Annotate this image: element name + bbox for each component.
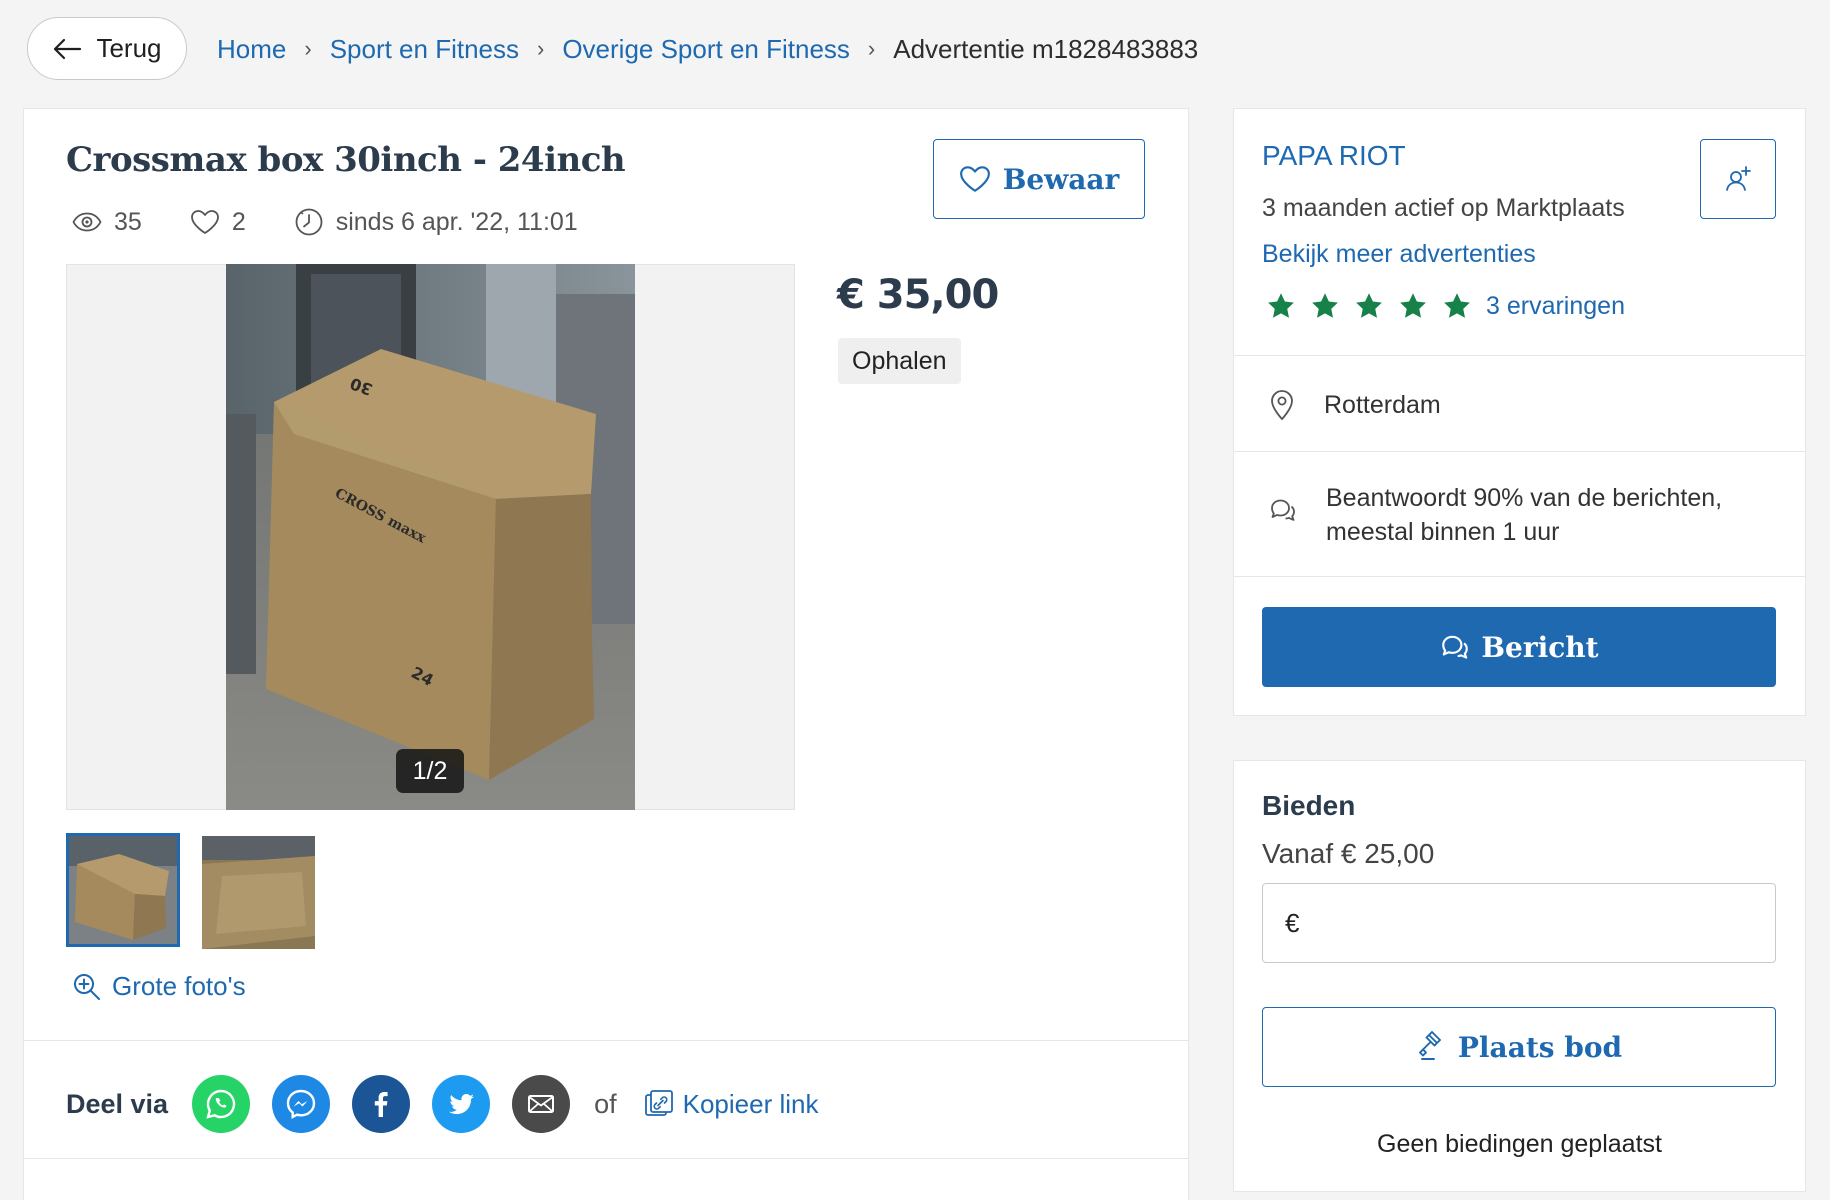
back-button[interactable]: Terug bbox=[27, 17, 187, 80]
breadcrumb-overige-sport[interactable]: Overige Sport en Fitness bbox=[562, 34, 850, 65]
eye-icon bbox=[72, 212, 102, 232]
divider bbox=[23, 1158, 1189, 1159]
divider bbox=[1233, 576, 1806, 577]
follow-seller-button[interactable] bbox=[1700, 139, 1776, 219]
views-count: 35 bbox=[114, 207, 142, 236]
response-line-2: meestal binnen 1 uur bbox=[1326, 518, 1560, 546]
bid-card bbox=[1233, 760, 1806, 1192]
clock-icon bbox=[295, 208, 323, 236]
place-bid-label: Plaats bod bbox=[1457, 1030, 1623, 1064]
seller-location: Rotterdam bbox=[1268, 385, 1441, 425]
star-icon bbox=[1356, 293, 1382, 318]
bid-title: Bieden bbox=[1262, 790, 1356, 821]
arrow-left-icon bbox=[54, 38, 82, 59]
breadcrumb-sport-en-fitness[interactable]: Sport en Fitness bbox=[330, 34, 519, 65]
thumbnail-2[interactable] bbox=[202, 836, 315, 949]
views-stat: 35 bbox=[72, 208, 142, 237]
thumbnail-1[interactable] bbox=[66, 833, 180, 947]
seller-response-rate: Beantwoordt 90% van de berichten, meesta… bbox=[1268, 481, 1722, 549]
location-label: Rotterdam bbox=[1324, 390, 1441, 419]
divider bbox=[1233, 355, 1806, 356]
big-photos-label: Grote foto's bbox=[112, 971, 246, 1001]
divider bbox=[1233, 451, 1806, 452]
chevron-right-icon: › bbox=[867, 36, 876, 61]
listing-price: € 35,00 bbox=[837, 272, 999, 318]
star-icon bbox=[1444, 293, 1470, 318]
listing-title: Crossmax box 30inch - 24inch bbox=[66, 140, 626, 180]
whatsapp-icon[interactable] bbox=[192, 1075, 251, 1133]
breadcrumb-current: Advertentie m1828483883 bbox=[893, 33, 1199, 64]
zoom-in-icon bbox=[74, 973, 100, 1000]
seller-name[interactable]: PAPA RIOT bbox=[1262, 140, 1406, 172]
link-icon bbox=[644, 1090, 673, 1116]
star-icon bbox=[1312, 293, 1338, 318]
reviews-link[interactable]: 3 ervaringen bbox=[1486, 292, 1625, 321]
back-label: Terug bbox=[96, 33, 162, 63]
bid-amount-input[interactable] bbox=[1311, 884, 1775, 962]
chevron-right-icon: › bbox=[537, 36, 545, 61]
heart-icon bbox=[959, 166, 990, 192]
date-stat: sinds 6 apr. '22, 11:01 bbox=[294, 207, 578, 237]
chat-bubbles-icon bbox=[1271, 499, 1295, 521]
save-label: Bewaar bbox=[1002, 162, 1120, 196]
star-icon bbox=[1268, 293, 1294, 318]
seller-rating: 3 ervaringen bbox=[1266, 288, 1625, 324]
breadcrumb: Home › Sport en Fitness › Overige Sport … bbox=[217, 30, 1198, 68]
response-line-1: Beantwoordt 90% van de berichten, bbox=[1326, 484, 1723, 512]
gavel-icon bbox=[1418, 1031, 1441, 1060]
save-button[interactable]: Bewaar bbox=[933, 139, 1145, 219]
star-icon bbox=[1400, 293, 1426, 318]
bid-minimum: Vanaf € 25,00 bbox=[1262, 838, 1435, 869]
favorites-count: 2 bbox=[231, 207, 246, 236]
seller-active-since: 3 maanden actief op Marktplaats bbox=[1262, 194, 1625, 222]
message-button[interactable]: Bericht bbox=[1262, 607, 1776, 687]
share-or: of bbox=[594, 1088, 617, 1119]
share-bar: Deel via of Kopieer link bbox=[66, 1075, 818, 1133]
breadcrumb-home[interactable]: Home bbox=[217, 34, 286, 65]
favorites-stat: 2 bbox=[190, 208, 246, 237]
currency-symbol: € bbox=[1285, 907, 1300, 938]
place-bid-button[interactable]: Plaats bod bbox=[1262, 1007, 1776, 1087]
copy-link-label: Kopieer link bbox=[682, 1088, 819, 1119]
listing-stats: 35 2 sinds 6 apr. '22, 11:01 bbox=[72, 202, 626, 242]
heart-icon bbox=[190, 210, 219, 234]
chevron-right-icon: › bbox=[304, 36, 312, 61]
bid-status: Geen biedingen geplaatst bbox=[1377, 1130, 1662, 1158]
add-user-icon bbox=[1726, 166, 1751, 191]
messenger-icon[interactable] bbox=[272, 1075, 331, 1133]
big-photos-link[interactable]: Grote foto's bbox=[72, 971, 246, 1002]
twitter-icon[interactable] bbox=[432, 1075, 491, 1133]
facebook-icon[interactable] bbox=[352, 1075, 411, 1133]
photo-counter: 1/2 bbox=[396, 749, 464, 793]
share-label: Deel via bbox=[66, 1088, 169, 1119]
chat-bubbles-icon bbox=[1442, 635, 1469, 659]
listing-date: sinds 6 apr. '22, 11:01 bbox=[335, 207, 578, 236]
divider bbox=[23, 1040, 1189, 1041]
location-pin-icon bbox=[1271, 390, 1293, 421]
more-ads-link[interactable]: Bekijk meer advertenties bbox=[1262, 240, 1536, 269]
bid-amount-field[interactable]: € bbox=[1262, 883, 1776, 963]
email-icon[interactable] bbox=[512, 1075, 571, 1133]
delivery-badge: Ophalen bbox=[838, 338, 961, 384]
copy-link-button[interactable]: Kopieer link bbox=[643, 1088, 819, 1120]
main-photo[interactable]: 30 CROSS maxx 24 bbox=[226, 264, 635, 810]
message-label: Bericht bbox=[1481, 630, 1599, 664]
